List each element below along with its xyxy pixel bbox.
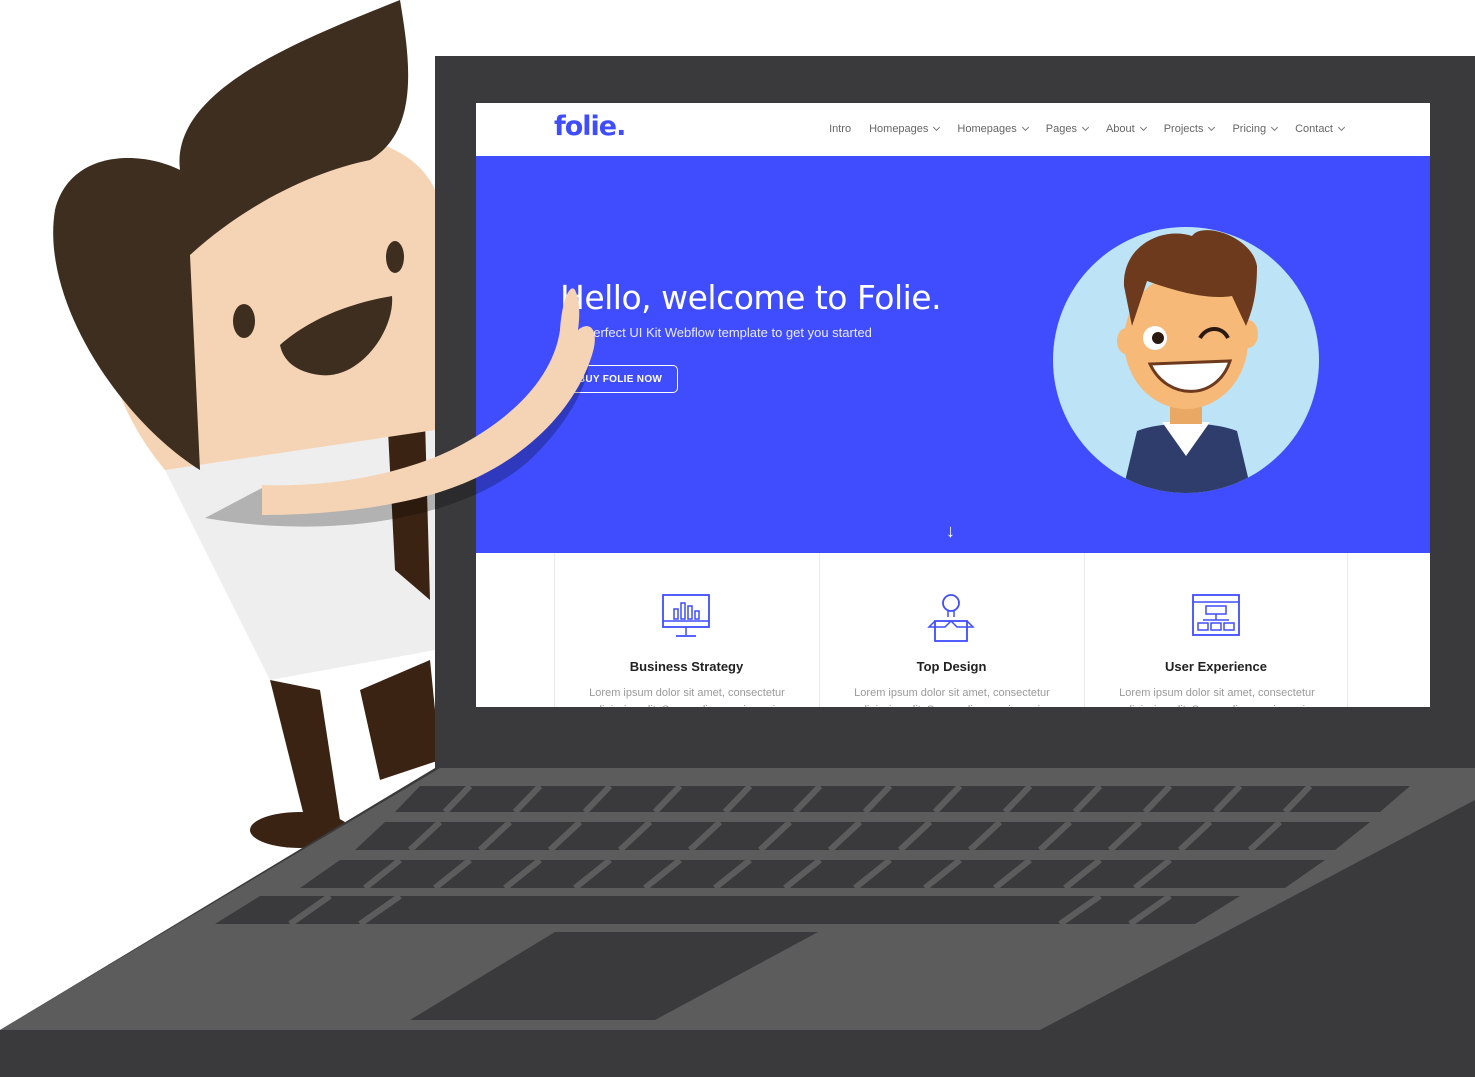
- pointing-arm-illustration: [205, 288, 595, 527]
